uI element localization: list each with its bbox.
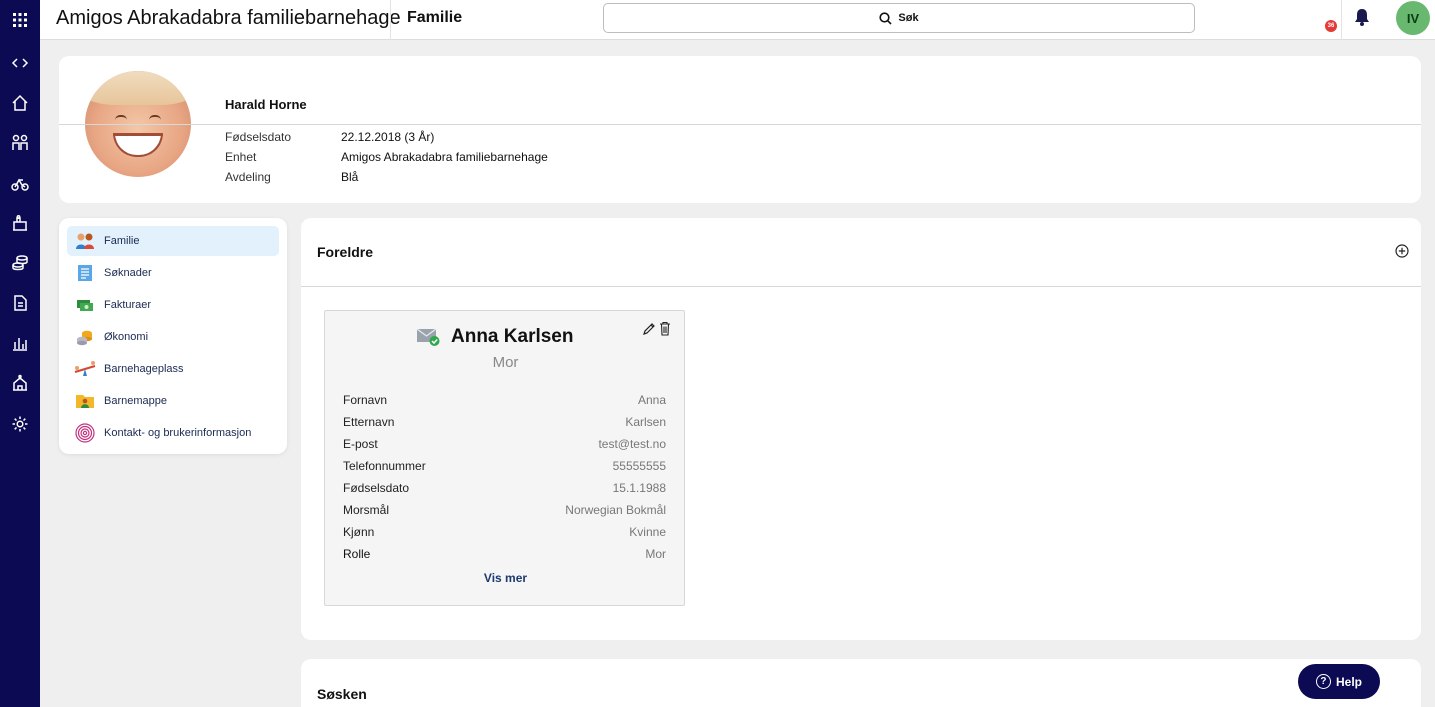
info-value: 22.12.2018 (3 År)	[341, 130, 435, 144]
field-label: Rolle	[343, 547, 371, 561]
cycle-icon[interactable]	[0, 169, 40, 197]
menu-label: Familie	[104, 235, 140, 247]
child-summary-card: Harald Horne Fødselsdato 22.12.2018 (3 Å…	[59, 56, 1421, 203]
trash-icon[interactable]	[659, 321, 671, 336]
field-value: Karlsen	[625, 415, 666, 429]
menu-label: Kontakt- og brukerinformasjon	[104, 427, 252, 439]
help-button[interactable]: ? Help	[1298, 664, 1380, 699]
parent-card: Anna Karlsen Mor Fornavn Anna Etternavn …	[324, 310, 685, 606]
search-icon	[879, 11, 892, 25]
siblings-title: Søsken	[317, 686, 367, 702]
left-rail	[0, 0, 40, 707]
siblings-panel: Søsken	[301, 659, 1421, 707]
info-value: Blå	[341, 170, 359, 184]
menu-label: Barnemappe	[104, 395, 167, 407]
field-label: Telefonnummer	[343, 459, 426, 473]
mail-verified-icon	[416, 326, 442, 348]
user-avatar[interactable]: IV	[1396, 1, 1430, 35]
help-label: Help	[1335, 674, 1362, 689]
top-bar: Amigos Abrakadabra familiebarnehage Fami…	[40, 0, 1435, 40]
coins-icon[interactable]	[0, 249, 40, 277]
collapse-toggle-icon[interactable]	[0, 49, 40, 77]
menu-item-familie[interactable]: Familie	[67, 226, 279, 256]
field-label: Fødselsdato	[343, 481, 410, 495]
child-name: Harald Horne	[225, 97, 307, 112]
application-form-icon	[74, 262, 96, 284]
children-icon[interactable]	[0, 129, 40, 157]
menu-item-barnemappe[interactable]: Barnemappe	[67, 386, 279, 416]
menu-label: Fakturaer	[104, 299, 152, 311]
search-label: Søk	[898, 12, 919, 24]
search-input[interactable]: Søk	[603, 3, 1195, 33]
info-label: Avdeling	[225, 170, 271, 184]
gear-icon[interactable]	[0, 410, 40, 438]
parent-role: Mor	[492, 354, 519, 371]
field-value: Anna	[637, 393, 666, 407]
menu-item-soknader[interactable]: Søknader	[67, 258, 279, 288]
field-value: 15.1.1988	[612, 481, 666, 495]
notification-badge: 36	[1325, 20, 1337, 32]
field-label: Kjønn	[343, 525, 375, 539]
apps-grid-icon[interactable]	[0, 0, 40, 40]
plus-circle-icon	[1395, 244, 1409, 258]
field-value: Kvinne	[629, 525, 666, 539]
seesaw-icon	[74, 358, 96, 380]
menu-label: Økonomi	[104, 331, 149, 343]
chart-icon[interactable]	[0, 329, 40, 357]
field-label: Fornavn	[343, 393, 388, 407]
info-label: Fødselsdato	[225, 130, 292, 144]
daycare-icon[interactable]	[0, 209, 40, 237]
parents-title: Foreldre	[317, 244, 374, 260]
home-icon[interactable]	[0, 89, 40, 117]
organization-name: Amigos Abrakadabra familiebarnehage	[56, 7, 401, 29]
menu-item-barnehageplass[interactable]: Barnehageplass	[67, 354, 279, 384]
document-icon[interactable]	[0, 289, 40, 317]
fingerprint-icon	[74, 422, 96, 444]
edit-icon[interactable]	[642, 322, 656, 336]
family-icon	[74, 230, 96, 252]
parents-panel: Foreldre Anna Karlsen Mor Fornavn Anna E…	[301, 218, 1421, 640]
invoice-money-icon	[74, 294, 96, 316]
show-more-link[interactable]: Vis mer	[325, 571, 686, 585]
menu-item-okonomi[interactable]: Økonomi	[67, 322, 279, 352]
field-label: Morsmål	[343, 503, 390, 517]
divider	[301, 286, 1421, 287]
divider	[59, 124, 1421, 125]
field-value: Norwegian Bokmål	[565, 503, 666, 517]
info-value: Amigos Abrakadabra familiebarnehage	[341, 150, 548, 164]
field-label: E-post	[343, 437, 378, 451]
divider	[390, 0, 391, 40]
menu-item-fakturaer[interactable]: Fakturaer	[67, 290, 279, 320]
bell-icon[interactable]	[1353, 7, 1377, 33]
field-value: Mor	[645, 547, 666, 561]
coin-stack-icon	[74, 326, 96, 348]
field-label: Etternavn	[343, 415, 395, 429]
menu-label: Barnehageplass	[104, 363, 184, 375]
field-value: test@test.no	[598, 437, 666, 451]
side-menu: Familie Søknader Fakturaer Økonomi Barne…	[59, 218, 287, 454]
field-value: 55555555	[612, 459, 666, 473]
add-parent-button[interactable]	[1395, 244, 1409, 258]
child-folder-icon	[74, 390, 96, 412]
question-icon: ?	[1315, 674, 1331, 689]
menu-label: Søknader	[104, 267, 152, 279]
info-label: Enhet	[225, 150, 257, 164]
divider	[1341, 0, 1342, 40]
menu-item-kontakt[interactable]: Kontakt- og brukerinformasjon	[67, 418, 279, 448]
institution-icon[interactable]	[0, 369, 40, 397]
parent-name: Anna Karlsen	[451, 326, 574, 347]
page-title: Familie	[407, 9, 463, 26]
